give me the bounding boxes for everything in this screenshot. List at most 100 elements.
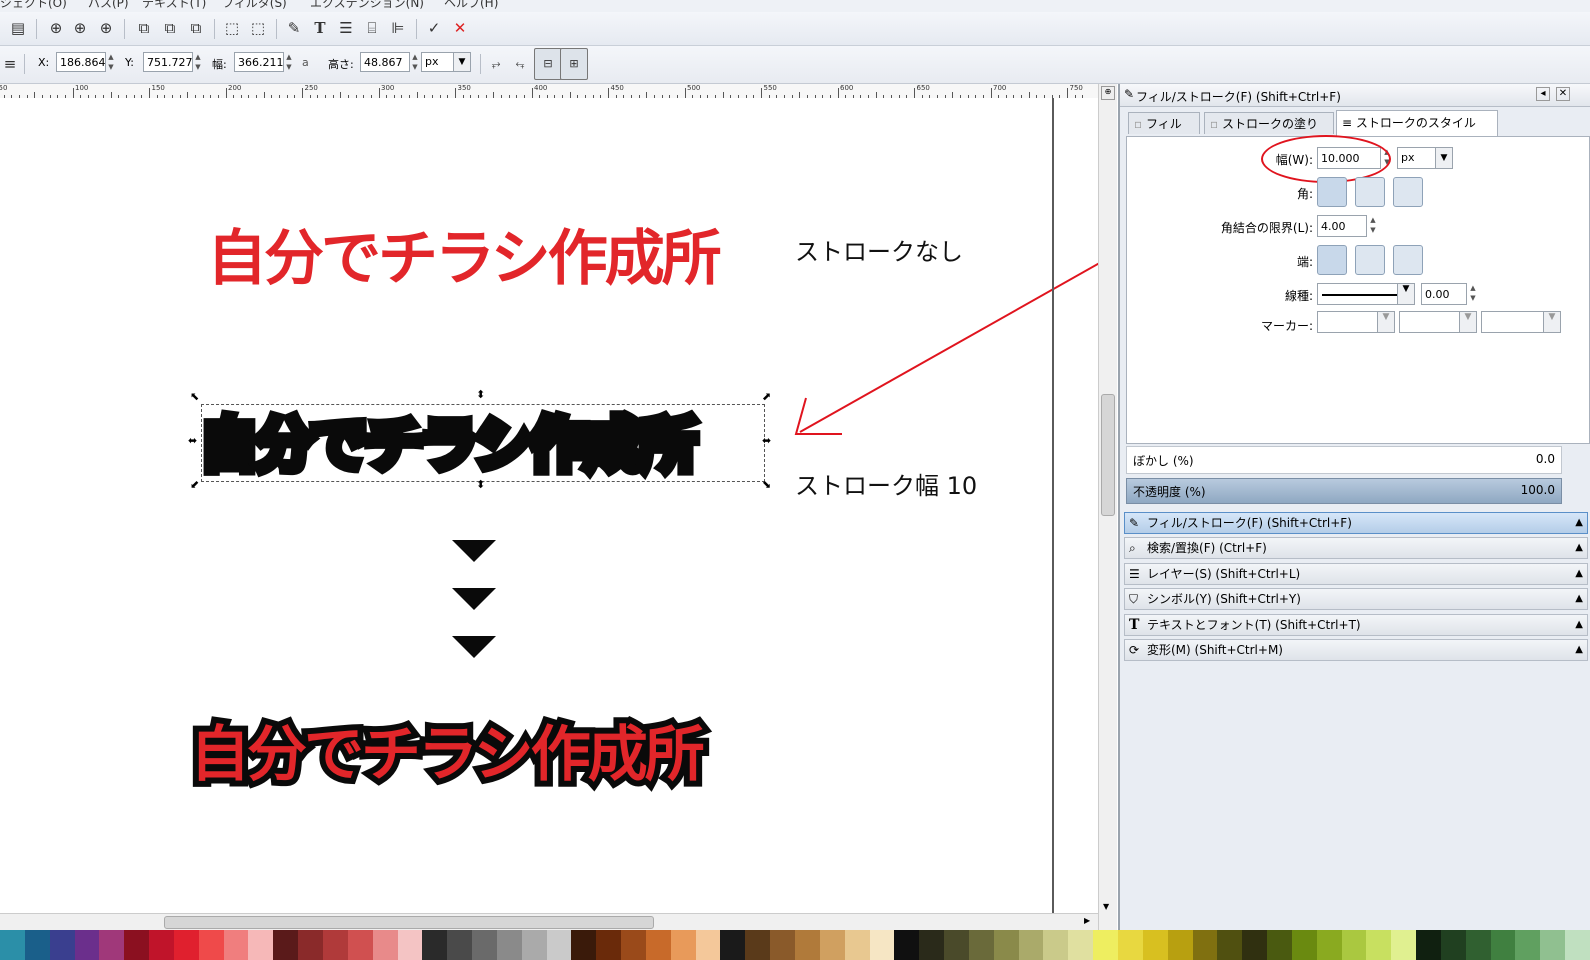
color-swatch[interactable] <box>1391 930 1417 960</box>
horizontal-scroll-thumb[interactable] <box>164 916 654 929</box>
iconify-icon[interactable]: ◂ <box>1536 87 1550 101</box>
color-palette[interactable] <box>0 930 1590 960</box>
color-swatch[interactable] <box>248 930 274 960</box>
align-icon[interactable]: ⊫ <box>388 18 408 38</box>
color-swatch[interactable] <box>124 930 150 960</box>
opacity-slider[interactable]: 不透明度 (%) 100.0 <box>1126 478 1562 504</box>
vertical-scroll-thumb[interactable] <box>1101 394 1115 516</box>
width-spin-arrows[interactable]: ▲ ▼ <box>285 52 293 72</box>
section-layers[interactable]: ☰ レイヤー(S) (Shift+Ctrl+L) ▲ <box>1124 563 1588 585</box>
transform-corners-icon[interactable]: ⥆ <box>510 54 530 74</box>
height-input[interactable]: 48.867 <box>360 52 410 72</box>
color-swatch[interactable] <box>894 930 920 960</box>
color-swatch[interactable] <box>571 930 597 960</box>
color-swatch[interactable] <box>993 930 1019 960</box>
transform-gradient-icon[interactable]: ⊟ <box>534 48 562 80</box>
stroke-unit-select[interactable]: px ▼ <box>1397 147 1453 169</box>
y-spin-arrows[interactable]: ▲ ▼ <box>194 52 202 72</box>
join-bevel-button[interactable] <box>1393 177 1423 207</box>
color-swatch[interactable] <box>1366 930 1392 960</box>
marker-start-select[interactable]: ▼ <box>1317 311 1395 333</box>
chevron-up-icon[interactable]: ▲ <box>1575 589 1583 609</box>
color-swatch[interactable] <box>645 930 671 960</box>
color-swatch[interactable] <box>223 930 249 960</box>
unlink-clone-icon[interactable]: ⧉ <box>186 18 206 38</box>
color-swatch[interactable] <box>99 930 125 960</box>
layers-icon[interactable]: ☰ <box>336 18 356 38</box>
scroll-right-icon[interactable]: ▶ <box>1084 916 1090 925</box>
clone-icon[interactable]: ⧉ <box>160 18 180 38</box>
color-swatch[interactable] <box>397 930 423 960</box>
color-swatch[interactable] <box>621 930 646 960</box>
ungroup-icon[interactable]: ⬚ <box>248 18 268 38</box>
color-swatch[interactable] <box>149 930 174 960</box>
color-swatch[interactable] <box>1490 930 1516 960</box>
section-text-font[interactable]: T テキストとフォント(T) (Shift+Ctrl+T) ▲ <box>1124 614 1588 636</box>
drawing-canvas[interactable]: 自分でチラシ作成所 ストロークなし 自分でチラシ作成所 ⬉ ⬍ ⬈ ⬌ ⬌ ⬋ … <box>0 98 1098 913</box>
chevron-up-icon[interactable]: ▲ <box>1575 564 1583 584</box>
color-swatch[interactable] <box>1291 930 1317 960</box>
color-swatch[interactable] <box>745 930 771 960</box>
color-swatch[interactable] <box>49 930 75 960</box>
color-swatch[interactable] <box>372 930 398 960</box>
zoom-drawing-icon[interactable]: ⊕ <box>70 18 90 38</box>
fill-stroke-icon[interactable]: ✎ <box>284 18 304 38</box>
dash-offset-spin[interactable]: ▲ ▼ <box>1469 283 1477 305</box>
color-swatch[interactable] <box>422 930 448 960</box>
color-swatch[interactable] <box>770 930 795 960</box>
color-swatch[interactable] <box>1018 930 1044 960</box>
preferences-icon[interactable]: ✕ <box>450 18 470 38</box>
chevron-down-icon[interactable]: ▼ <box>1435 148 1452 168</box>
chevron-down-icon[interactable]: ▼ <box>1543 312 1560 332</box>
zoom-page-icon[interactable]: ⊕ <box>96 18 116 38</box>
menu-extensions[interactable]: エクステンション(N) <box>310 0 424 11</box>
cap-round-button[interactable] <box>1355 245 1385 275</box>
scroll-down-icon[interactable]: ▼ <box>1103 902 1109 911</box>
color-swatch[interactable] <box>1540 930 1566 960</box>
color-swatch[interactable] <box>844 930 870 960</box>
xml-editor-icon[interactable]: ⌸ <box>362 18 382 38</box>
color-swatch[interactable] <box>546 930 572 960</box>
dash-offset-input[interactable]: 0.00 <box>1421 283 1467 305</box>
color-swatch[interactable] <box>173 930 199 960</box>
miter-limit-spin[interactable]: ▲ ▼ <box>1369 215 1377 237</box>
join-round-button[interactable] <box>1355 177 1385 207</box>
chevron-up-icon[interactable]: ▲ <box>1575 615 1583 635</box>
color-swatch[interactable] <box>919 930 945 960</box>
color-swatch[interactable] <box>521 930 547 960</box>
color-swatch[interactable] <box>74 930 100 960</box>
color-swatch[interactable] <box>695 930 721 960</box>
menu-help[interactable]: ヘルプ(H) <box>444 0 498 11</box>
chevron-down-icon[interactable]: ▼ <box>1397 284 1414 304</box>
y-input[interactable]: 751.727 <box>143 52 193 72</box>
height-spin-arrows[interactable]: ▲ ▼ <box>411 52 419 72</box>
menu-object[interactable]: ジェクト(O) <box>0 0 67 11</box>
color-swatch[interactable] <box>0 930 25 960</box>
menu-text[interactable]: テキスト(T) <box>142 0 206 11</box>
marker-mid-select[interactable]: ▼ <box>1399 311 1477 333</box>
horizontal-scrollbar[interactable]: ▶ <box>0 913 1098 931</box>
select-tool-icon[interactable]: ≡ <box>0 54 20 74</box>
color-swatch[interactable] <box>968 930 994 960</box>
section-fill-stroke[interactable]: ✎ フィル/ストローク(F) (Shift+Ctrl+F) ▲ <box>1124 512 1588 534</box>
x-input[interactable]: 186.864 <box>56 52 106 72</box>
group-icon[interactable]: ⬚ <box>222 18 242 38</box>
color-swatch[interactable] <box>1117 930 1143 960</box>
color-swatch[interactable] <box>24 930 50 960</box>
cap-square-button[interactable] <box>1393 245 1423 275</box>
color-swatch[interactable] <box>869 930 895 960</box>
color-swatch[interactable] <box>1192 930 1218 960</box>
dash-pattern-select[interactable]: ▼ <box>1317 283 1415 305</box>
document-properties-icon[interactable]: ✓ <box>424 18 444 38</box>
chevron-down-icon[interactable]: ▼ <box>1377 312 1394 332</box>
color-swatch[interactable] <box>819 930 845 960</box>
color-swatch[interactable] <box>347 930 373 960</box>
color-swatch[interactable] <box>670 930 696 960</box>
cap-butt-button[interactable] <box>1317 245 1347 275</box>
section-find-replace[interactable]: ⌕ 検索/置換(F) (Ctrl+F) ▲ <box>1124 537 1588 559</box>
color-swatch[interactable] <box>1217 930 1243 960</box>
marker-end-select[interactable]: ▼ <box>1481 311 1561 333</box>
transform-pattern-icon[interactable]: ⊞ <box>560 48 588 80</box>
miter-limit-input[interactable]: 4.00 <box>1317 215 1367 237</box>
color-swatch[interactable] <box>1167 930 1193 960</box>
